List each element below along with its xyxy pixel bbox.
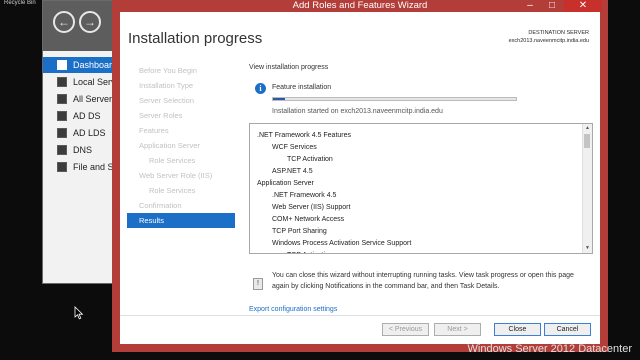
scroll-thumb[interactable] [584, 134, 590, 148]
nav-item[interactable]: DNS [43, 142, 121, 158]
wizard-steps: Before You Begin Installation Type Server … [127, 63, 235, 228]
results-list-box[interactable]: .NET Framework 4.5 Features WCF Services T… [249, 123, 593, 254]
result-row: COM+ Network Access [272, 216, 345, 223]
wizard-step: Server Selection [139, 96, 195, 105]
wizard-step: Server Roles [139, 111, 183, 120]
result-row: WCF Services [272, 144, 317, 151]
minimize-icon[interactable]: – [520, 0, 540, 12]
close-icon[interactable]: ✕ [564, 0, 602, 12]
status-text: Feature installation [272, 84, 332, 91]
wizard-window: Add Roles and Features Wizard – □ ✕ Inst… [112, 0, 608, 352]
result-row: .NET Framework 4.5 Features [257, 132, 352, 139]
nav-item-label: DNS [73, 145, 93, 155]
os-watermark: Windows Server 2012 Datacenter [467, 343, 632, 355]
file-storage-icon [57, 162, 67, 172]
result-row: .NET Framework 4.5 [272, 192, 337, 199]
wizard-step: Confirmation [139, 201, 182, 210]
scroll-up-icon[interactable]: ▲ [584, 125, 591, 132]
result-row: TCP Activation [287, 156, 333, 163]
result-row: Web Server (IIS) Support [272, 204, 351, 211]
note-icon: ! [253, 278, 263, 290]
ad-ds-icon [57, 111, 67, 121]
close-button[interactable]: Close [494, 323, 541, 336]
destination-label: DESTINATION SERVER [528, 30, 589, 36]
result-row: TCP Port Sharing [272, 228, 327, 235]
dashboard-icon [57, 60, 67, 70]
nav-item[interactable]: File and Storage Services [43, 159, 121, 175]
result-row: TCP Activation [250, 250, 580, 253]
wizard-step[interactable]: Results [127, 213, 235, 228]
local-server-icon [57, 77, 67, 87]
recycle-bin-label[interactable]: Recycle Bin [4, 0, 36, 6]
progress-fill [273, 98, 286, 100]
nav-item-label: Dashboard [73, 60, 118, 70]
server-manager-nav: Dashboard Local Server All Servers AD DS AD … [43, 57, 121, 176]
maximize-icon[interactable]: □ [542, 0, 562, 12]
result-row: ASP.NET 4.5 [272, 168, 313, 175]
mouse-cursor-icon [74, 306, 84, 320]
wizard-step: Web Server Role (IIS) [139, 171, 213, 180]
info-icon: i [255, 83, 266, 94]
wizard-step: Features [139, 126, 169, 135]
scrollbar[interactable]: ▲ ▼ [582, 124, 592, 253]
wizard-step: Role Services [149, 186, 196, 195]
wizard-client: Installation progress DESTINATION SERVER… [120, 12, 600, 344]
dns-icon [57, 145, 67, 155]
note-text: You can close this wizard without interr… [272, 272, 574, 290]
nav-item[interactable]: Dashboard [43, 57, 121, 73]
nav-item-label: AD DS [73, 111, 101, 121]
scroll-down-icon[interactable]: ▼ [584, 245, 591, 252]
result-row: Windows Process Activation Service Suppo… [272, 240, 412, 247]
wizard-step: Before You Begin [139, 66, 197, 75]
nav-item-label: AD LDS [73, 128, 106, 138]
wizard-step: Role Services [149, 156, 196, 165]
title-bar[interactable]: Add Roles and Features Wizard – □ ✕ [112, 0, 608, 12]
results-list: .NET Framework 4.5 Features WCF Services T… [250, 130, 580, 253]
next-button[interactable]: Next > [434, 323, 481, 336]
cancel-button[interactable]: Cancel [544, 323, 591, 336]
forward-arrow-icon[interactable]: → [79, 11, 101, 33]
nav-item[interactable]: All Servers [43, 91, 121, 107]
nav-item-label: All Servers [73, 94, 117, 104]
previous-button[interactable]: < Previous [382, 323, 429, 336]
server-manager-header: ← → [43, 1, 121, 51]
back-arrow-icon[interactable]: ← [53, 11, 75, 33]
nav-item[interactable]: Local Server [43, 74, 121, 90]
nav-item[interactable]: AD DS [43, 108, 121, 124]
all-servers-icon [57, 94, 67, 104]
nav-item[interactable]: AD LDS [43, 125, 121, 141]
progress-bar [272, 97, 517, 101]
page-title: Installation progress [128, 30, 263, 47]
result-row: Application Server [257, 180, 314, 187]
server-manager-window[interactable]: ← → Dashboard Local Server All Servers AD D… [42, 0, 122, 284]
ad-lds-icon [57, 128, 67, 138]
section-label: View installation progress [249, 64, 329, 71]
wizard-step: Application Server [139, 141, 200, 150]
export-configuration-link[interactable]: Export configuration settings [249, 306, 337, 313]
wizard-step: Installation Type [139, 81, 194, 90]
destination-server: exch2013.naveenmcitp.india.edu [508, 38, 589, 44]
footer-divider [120, 315, 600, 316]
installation-started-text: Installation started on exch2013.naveenm… [272, 108, 443, 115]
